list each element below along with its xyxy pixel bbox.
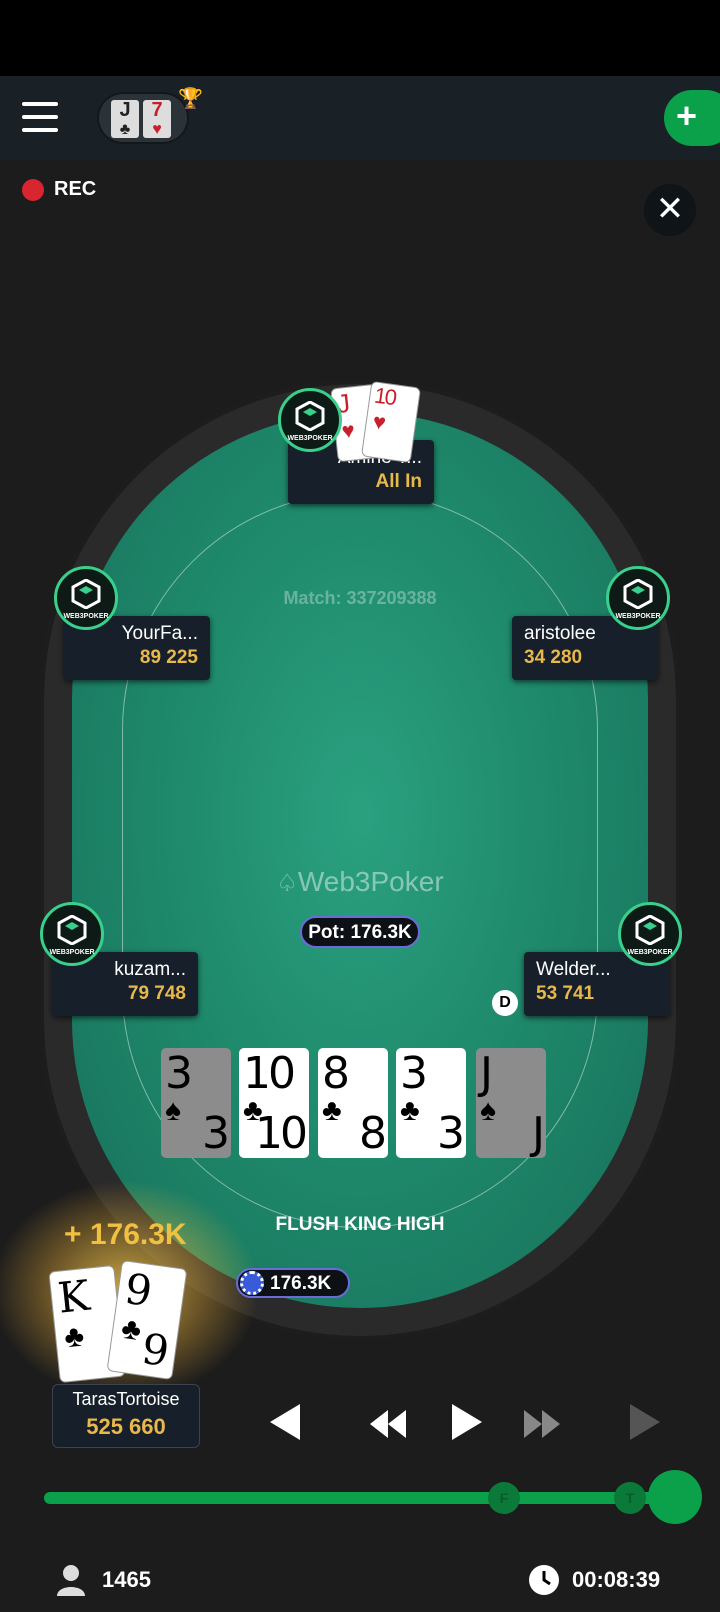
card-rank-bottom: 8 bbox=[359, 1108, 387, 1159]
card-rank: 10 bbox=[243, 1048, 296, 1099]
player-name: TarasTortoise bbox=[72, 1389, 180, 1409]
player-status: All In bbox=[375, 471, 422, 492]
card-suit: ♣ bbox=[119, 1311, 144, 1348]
rec-label: REC bbox=[54, 178, 97, 200]
mini-card-2: 7 ♥ bbox=[143, 100, 171, 138]
card-rank-bottom: J bbox=[532, 1108, 545, 1159]
card-suit: ♣ bbox=[62, 1319, 86, 1355]
card-rank: K bbox=[55, 1270, 92, 1323]
avatar-label: WEB3POKER bbox=[49, 949, 95, 956]
bet-amount: 176.3K bbox=[270, 1273, 332, 1294]
next-hand-button[interactable] bbox=[626, 1402, 662, 1442]
card-suit: ♠ bbox=[165, 1094, 181, 1127]
avatar-left-lower: WEB3POKER bbox=[40, 902, 104, 966]
card-rank-bottom: 9 bbox=[138, 1323, 173, 1377]
trophy-icon: 🏆 bbox=[178, 88, 203, 110]
card-suit: ♥ bbox=[371, 408, 388, 436]
play-button[interactable] bbox=[448, 1402, 484, 1442]
rec-dot-icon bbox=[22, 178, 44, 201]
timeline-thumb[interactable] bbox=[648, 1470, 702, 1524]
card-suit: ♣ bbox=[400, 1094, 420, 1127]
prev-hand-button[interactable] bbox=[266, 1402, 306, 1442]
clock-icon bbox=[529, 1565, 559, 1595]
current-hand-button[interactable]: J ♣ 7 ♥ bbox=[97, 92, 189, 144]
elapsed-time: 00:08:39 bbox=[528, 1564, 660, 1596]
bet-chip: 176.3K bbox=[236, 1268, 350, 1298]
player-stack: 89 225 bbox=[139, 647, 198, 668]
rec-indicator: REC bbox=[22, 178, 96, 201]
avatar-label: WEB3POKER bbox=[627, 949, 673, 956]
web3poker-logo-icon bbox=[57, 915, 87, 945]
board-card-5: J ♠ J bbox=[476, 1048, 546, 1158]
web3poker-logo-icon bbox=[71, 579, 101, 609]
player-stack: 34 280 bbox=[524, 647, 583, 668]
player-stack: 53 741 bbox=[536, 983, 595, 1004]
timeline-marker-turn[interactable]: T bbox=[614, 1482, 646, 1514]
hero-seat[interactable]: TarasTortoise 525 660 bbox=[52, 1384, 200, 1448]
mini-card-rank: 7 bbox=[151, 99, 163, 121]
board-card-1: 3 ♠ 3 bbox=[161, 1048, 231, 1158]
web3poker-logo-icon bbox=[635, 915, 665, 945]
card-rank-bottom: 3 bbox=[437, 1108, 465, 1159]
avatar-label: WEB3POKER bbox=[287, 435, 333, 442]
card-suit: ♣ bbox=[322, 1094, 342, 1127]
card-rank: 3 bbox=[400, 1048, 428, 1099]
card-rank: J bbox=[480, 1048, 493, 1099]
top-player-card-2: 10 ♥ bbox=[360, 380, 422, 464]
player-stack: 79 748 bbox=[127, 983, 186, 1004]
timeline-marker-flop[interactable]: F bbox=[488, 1482, 520, 1514]
card-suit: ♠ bbox=[480, 1094, 496, 1127]
step-back-button[interactable] bbox=[368, 1408, 408, 1440]
board-card-4: 3 ♣ 3 bbox=[396, 1048, 466, 1158]
elapsed-time-value: 00:08:39 bbox=[572, 1567, 661, 1592]
board-card-2: 10 ♣ 10 bbox=[239, 1048, 309, 1158]
card-rank: 8 bbox=[322, 1048, 350, 1099]
card-rank-bottom: 3 bbox=[202, 1108, 230, 1159]
brand-text: Web3Poker bbox=[297, 866, 444, 897]
card-rank: 9 bbox=[121, 1263, 156, 1317]
mini-card-suit: ♥ bbox=[152, 121, 162, 138]
status-bar bbox=[0, 0, 720, 76]
player-stack: 525 660 bbox=[86, 1414, 166, 1439]
card-rank: 3 bbox=[165, 1048, 193, 1099]
players-count: 1465 bbox=[56, 1564, 151, 1596]
avatar-top: WEB3POKER bbox=[278, 388, 342, 452]
step-forward-button[interactable] bbox=[522, 1408, 562, 1440]
table-brand: ♤Web3Poker bbox=[0, 866, 720, 898]
brand-logo-icon: ♤ bbox=[276, 870, 298, 897]
players-count-value: 1465 bbox=[102, 1567, 151, 1592]
pot-label: Pot: 176.3K bbox=[300, 916, 420, 948]
card-suit: ♥ bbox=[340, 417, 357, 444]
dealer-button: D bbox=[492, 990, 518, 1016]
win-amount: + 176.3K bbox=[64, 1218, 187, 1251]
avatar-right-lower: WEB3POKER bbox=[618, 902, 682, 966]
mini-card-1: J ♣ bbox=[111, 100, 139, 138]
card-rank: 10 bbox=[372, 382, 397, 411]
card-rank-bottom: 10 bbox=[255, 1108, 308, 1159]
avatar-label: WEB3POKER bbox=[615, 613, 661, 620]
user-icon bbox=[57, 1565, 85, 1596]
avatar-label: WEB3POKER bbox=[63, 613, 109, 620]
close-button[interactable]: ✕ bbox=[644, 184, 696, 236]
menu-icon[interactable] bbox=[22, 102, 58, 132]
web3poker-logo-icon bbox=[295, 401, 325, 431]
board-card-3: 8 ♣ 8 bbox=[318, 1048, 388, 1158]
add-table-button[interactable]: + bbox=[664, 90, 720, 146]
mini-card-rank: J bbox=[119, 99, 131, 121]
chip-icon bbox=[240, 1271, 264, 1295]
mini-card-suit: ♣ bbox=[119, 121, 131, 138]
replay-timeline[interactable] bbox=[44, 1492, 674, 1504]
web3poker-logo-icon bbox=[623, 579, 653, 609]
avatar-left-upper: WEB3POKER bbox=[54, 566, 118, 630]
avatar-right-upper: WEB3POKER bbox=[606, 566, 670, 630]
